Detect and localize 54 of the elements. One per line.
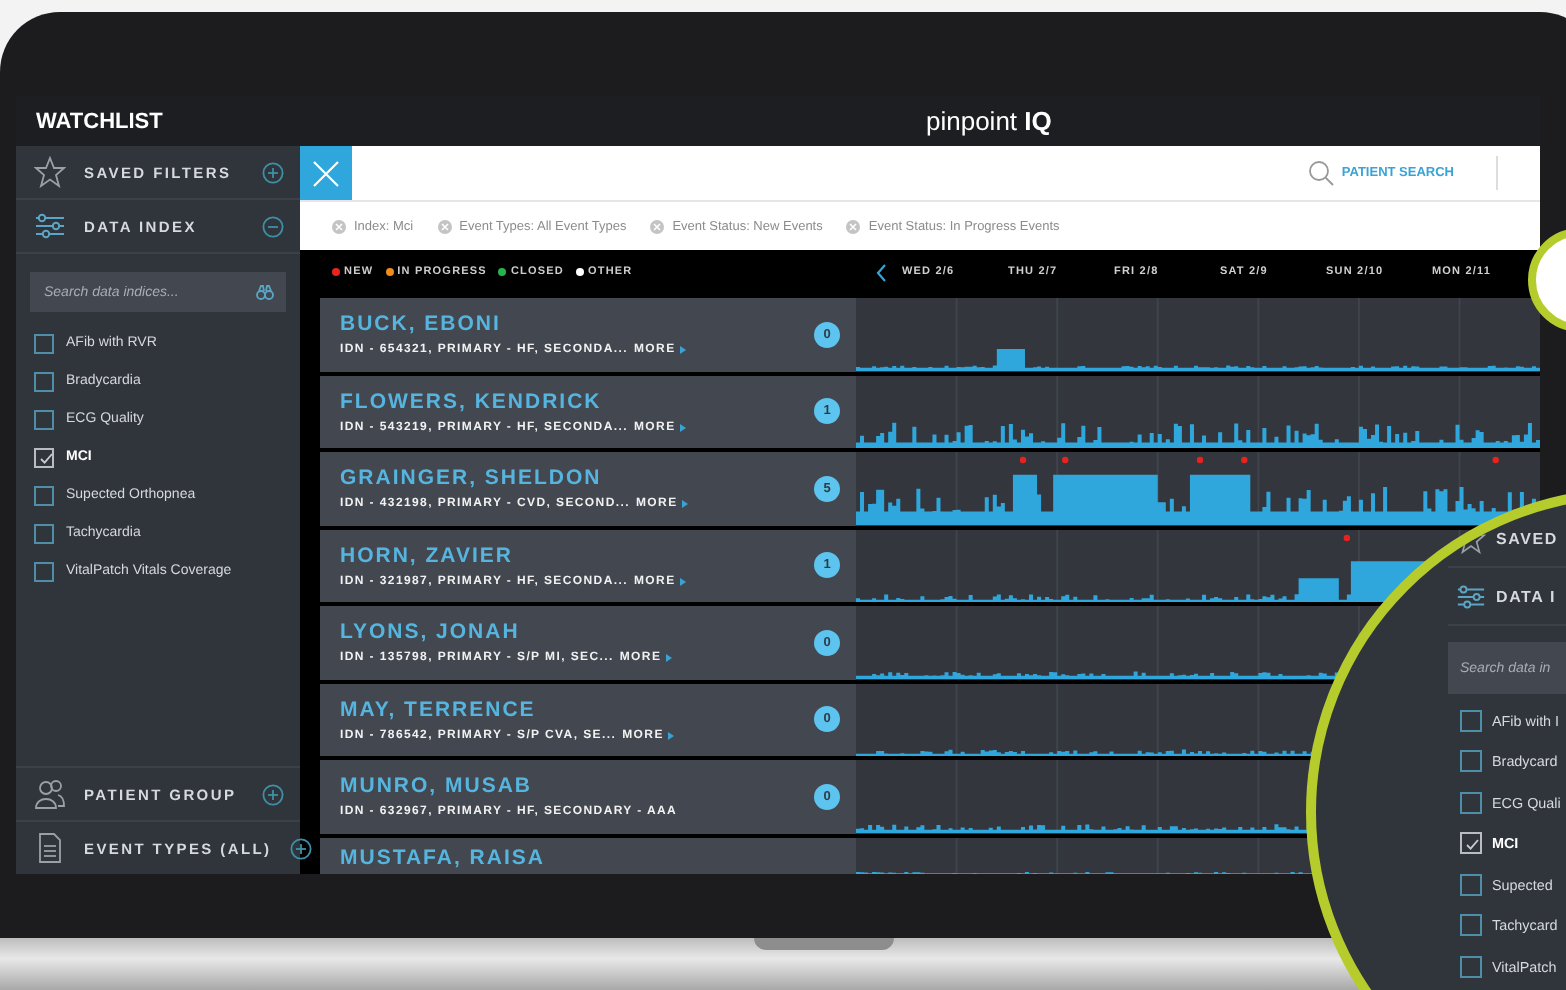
checkbox[interactable]: [1460, 750, 1482, 773]
expand-icon[interactable]: [262, 161, 284, 183]
caret-icon: [679, 577, 686, 586]
checkbox[interactable]: [1460, 709, 1482, 732]
close-button[interactable]: [300, 146, 352, 200]
close-icon: [312, 159, 340, 187]
patient-name[interactable]: MUNRO, MUSAB: [340, 774, 814, 799]
checkbox[interactable]: [34, 333, 54, 353]
patient-name[interactable]: BUCK, EBONI: [340, 312, 814, 337]
remove-icon: [650, 219, 665, 233]
patient-name[interactable]: FLOWERS, KENDRICK: [340, 389, 814, 414]
section-label: DATA I: [1496, 587, 1556, 605]
people-icon: [34, 778, 66, 810]
remove-icon: [332, 219, 346, 233]
section-label: SAVED: [1496, 529, 1558, 547]
page-title: WATCHLIST: [36, 109, 163, 133]
checkbox[interactable]: [1460, 914, 1482, 937]
caret-icon: [679, 346, 686, 355]
checkbox[interactable]: [34, 485, 54, 505]
expand-icon[interactable]: [289, 837, 312, 859]
logo: pinpoint IQ: [926, 106, 1052, 136]
document-icon: [34, 832, 66, 864]
caret-icon: [665, 654, 672, 663]
checkbox[interactable]: [1460, 955, 1482, 978]
patient-name[interactable]: MUSTAFA, RAISA: [340, 845, 840, 869]
checkbox[interactable]: [34, 561, 54, 581]
patient-name[interactable]: GRAINGER, SHELDON: [340, 466, 814, 491]
hinge-notch: [753, 938, 893, 950]
checkbox[interactable]: [34, 409, 54, 429]
checkbox[interactable]: [1460, 873, 1482, 896]
checkbox[interactable]: [1460, 832, 1482, 855]
patient-card[interactable]: MUSTAFA, RAISA: [320, 837, 856, 874]
checkmark-icon: [35, 448, 53, 466]
checkmark-icon: [1462, 834, 1480, 853]
collapse-icon[interactable]: [262, 215, 284, 237]
remove-icon: [846, 219, 861, 233]
checkbox[interactable]: [34, 371, 54, 391]
sliders-icon: [1456, 581, 1486, 611]
search-icon: [1307, 160, 1334, 186]
caret-icon: [681, 500, 688, 509]
star-icon: [34, 156, 66, 188]
chevron-left-icon[interactable]: [876, 263, 886, 281]
expand-icon[interactable]: [262, 783, 284, 805]
checkbox[interactable]: [34, 523, 54, 543]
binoculars-icon: [256, 284, 274, 300]
sliders-icon: [34, 210, 66, 242]
patient-name[interactable]: LYONS, JONAH: [340, 620, 814, 645]
caret-icon: [679, 423, 686, 432]
checkbox[interactable]: [1460, 791, 1482, 814]
remove-icon: [437, 219, 452, 233]
patient-name[interactable]: MAY, TERRENCE: [340, 697, 814, 722]
caret-icon: [667, 731, 674, 740]
checkbox[interactable]: [34, 447, 54, 467]
patient-name[interactable]: HORN, ZAVIER: [340, 543, 814, 568]
